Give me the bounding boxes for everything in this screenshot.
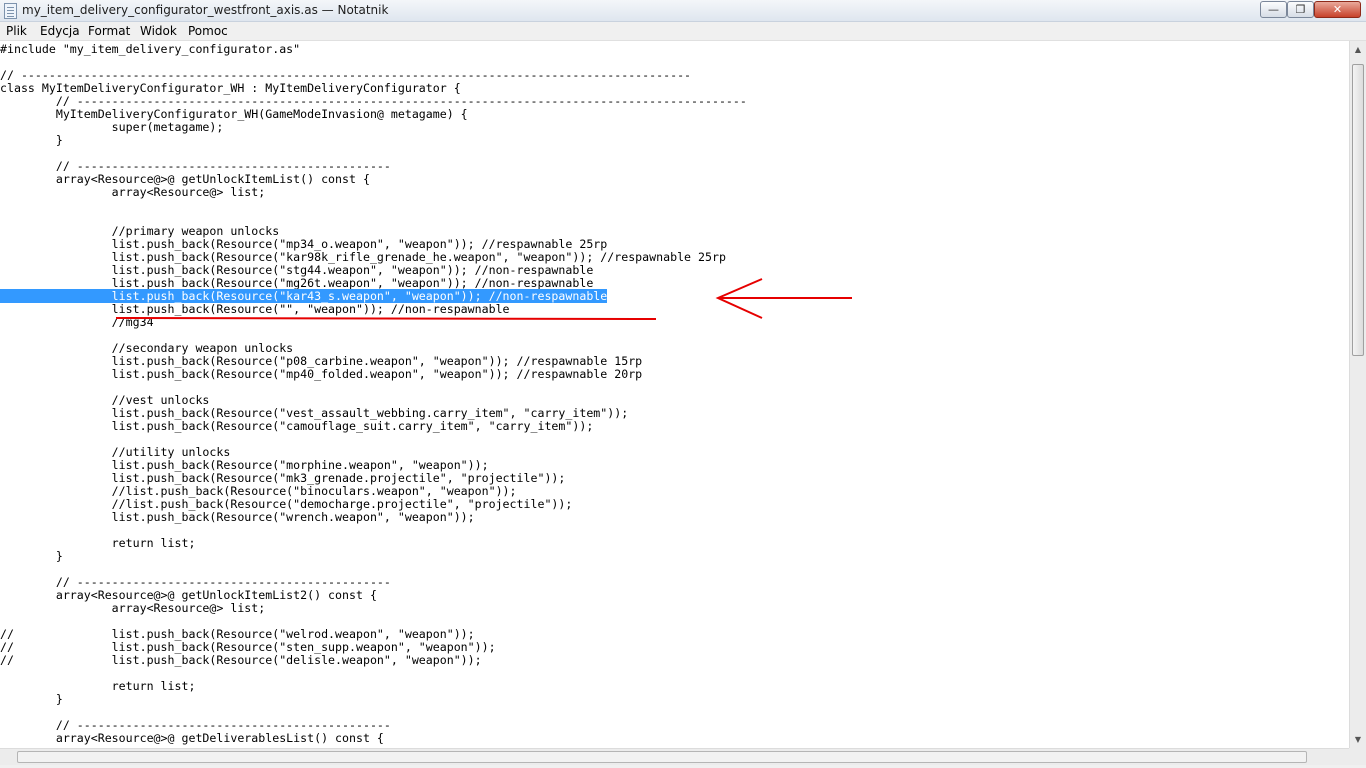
- menu-format[interactable]: Format: [88, 24, 130, 38]
- arrow-down-icon[interactable]: ▼: [1350, 731, 1366, 748]
- scrollbar-corner: [1349, 748, 1366, 765]
- code-line: }: [0, 549, 63, 563]
- code-line: #include "my_item_delivery_configurator.…: [0, 42, 301, 56]
- menu-plik[interactable]: Plik: [6, 24, 27, 38]
- code-line: return list;: [0, 536, 196, 550]
- notepad-icon: [4, 3, 17, 19]
- text-editor[interactable]: #include "my_item_delivery_configurator.…: [0, 41, 1349, 748]
- menu-widok[interactable]: Widok: [140, 24, 177, 38]
- code-line: list.push_back(Resource("", "weapon")); …: [0, 302, 510, 316]
- code-line: list.push_back(Resource("mp40_folded.wea…: [0, 367, 643, 381]
- code-line: array<Resource@> list;: [0, 601, 266, 615]
- minimize-button[interactable]: —: [1260, 1, 1287, 18]
- title-bar[interactable]: my_item_delivery_configurator_westfront_…: [0, 0, 1366, 22]
- horizontal-scrollbar[interactable]: [0, 748, 1349, 765]
- window-title: my_item_delivery_configurator_westfront_…: [22, 3, 389, 17]
- code-line: //mg34: [0, 315, 154, 329]
- maximize-button[interactable]: ❐: [1287, 1, 1314, 18]
- code-line: }: [0, 133, 63, 147]
- code-line: // list.push_back(Resource("delisle.weap…: [0, 653, 482, 667]
- code-line: }: [0, 692, 63, 706]
- code-line: array<Resource@> list;: [0, 185, 266, 199]
- code-line: list.push_back(Resource("wrench.weapon",…: [0, 510, 475, 524]
- close-button[interactable]: ✕: [1314, 1, 1361, 18]
- arrow-up-icon[interactable]: ▲: [1350, 41, 1366, 58]
- code-line: super(metagame);: [0, 120, 224, 134]
- scroll-thumb[interactable]: [1352, 64, 1364, 356]
- menu-edycja[interactable]: Edycja: [40, 24, 80, 38]
- menu-pomoc[interactable]: Pomoc: [188, 24, 228, 38]
- selected-text: list.push_back(Resource("kar43_s.weapon"…: [0, 289, 608, 303]
- vertical-scrollbar[interactable]: ▲ ▼: [1349, 41, 1366, 748]
- horizontal-scroll-thumb[interactable]: [17, 751, 1307, 763]
- code-line: array<Resource@>@ getDeliverablesList() …: [0, 731, 384, 745]
- code-line: return list;: [0, 679, 196, 693]
- menu-bar: Plik Edycja Format Widok Pomoc: [0, 22, 1366, 41]
- code-line: list.push_back(Resource("camouflage_suit…: [0, 419, 594, 433]
